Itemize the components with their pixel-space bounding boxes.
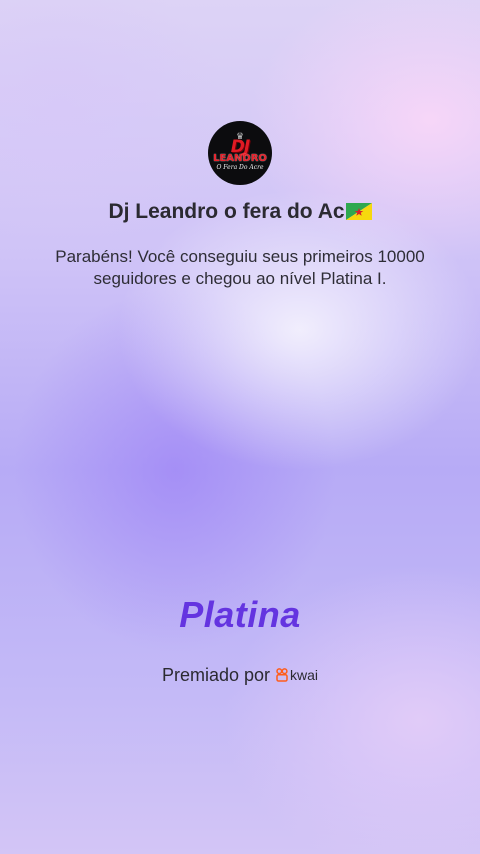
profile-name-text: Dj Leandro o fera do Ac [108,200,345,223]
avatar-logo-sub: O Fera Do Acre [216,163,264,171]
profile-name: Dj Leandro o fera do Ac [0,198,480,226]
kwai-logo: kwai [276,663,318,687]
avatar-logo-mid: LEANDRO [213,152,267,164]
achievement-message: Parabéns! Você conseguiu seus primeiros … [55,247,425,288]
french-guiana-flag-icon [345,203,372,220]
award-line: Premiado por kwai [0,663,480,687]
avatar-logo-top: DJ [230,136,250,157]
level-title: Platina [179,594,301,635]
profile-avatar: ♛ DJ LEANDRO O Fera Do Acre [208,121,272,185]
kwai-brand-text: kwai [290,667,319,683]
award-prefix: Premiado por [161,665,271,685]
kwai-logo-icon [276,668,288,682]
